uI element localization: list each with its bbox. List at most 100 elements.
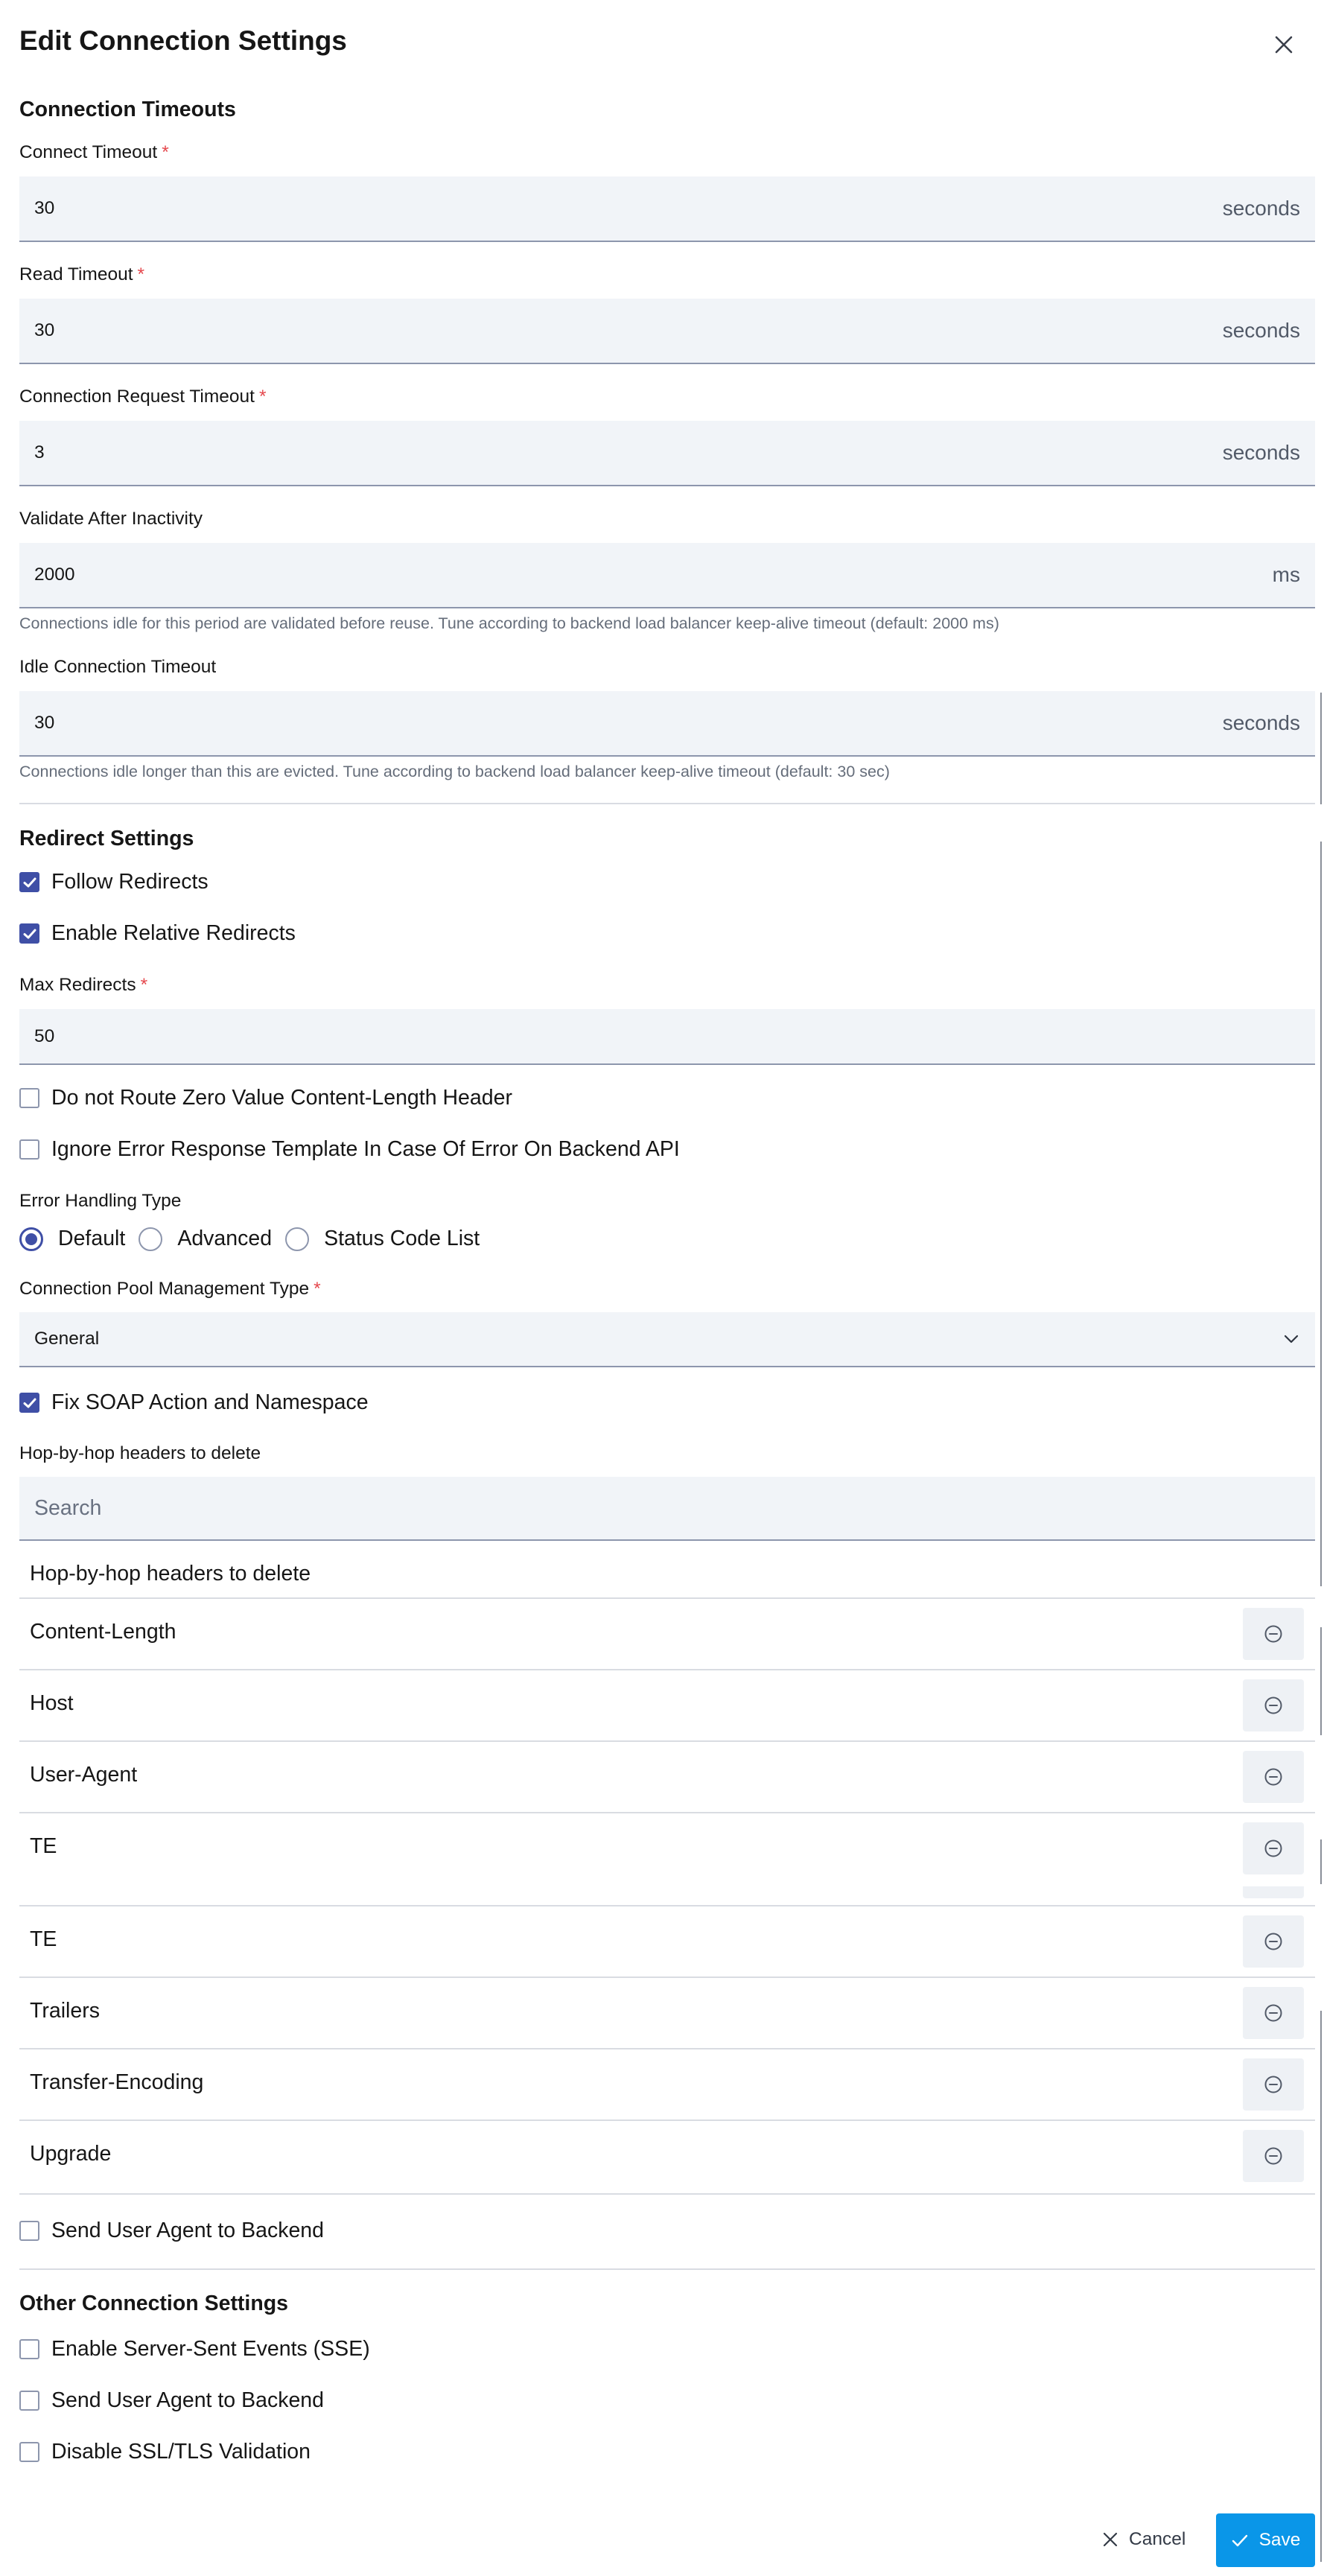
scrollbar-track xyxy=(1320,2011,1322,2562)
remove-button[interactable] xyxy=(1243,1822,1304,1874)
disable-ssl-checkbox[interactable]: Disable SSL/TLS Validation xyxy=(19,2440,311,2464)
max-redirects-value: 50 xyxy=(34,1025,55,1046)
other-send-user-agent-label: Send User Agent to Backend xyxy=(51,2388,324,2412)
connect-timeout-value: 30 xyxy=(34,198,55,218)
remove-button[interactable] xyxy=(1243,1608,1304,1660)
pool-type-label: Connection Pool Management Type * xyxy=(19,1279,321,1299)
radio-default-label: Default xyxy=(58,1227,126,1250)
zero-content-length-label: Do not Route Zero Value Content-Length H… xyxy=(51,1086,512,1110)
minus-circle-icon xyxy=(1264,1625,1282,1643)
sse-checkbox[interactable]: Enable Server-Sent Events (SSE) xyxy=(19,2337,370,2362)
minus-circle-icon xyxy=(1264,1696,1282,1714)
idle-timeout-label: Idle Connection Timeout xyxy=(19,657,217,677)
list-item: Trailers xyxy=(19,1976,1315,2048)
request-timeout-input[interactable]: 3 seconds xyxy=(19,421,1315,486)
checkbox-checked-icon xyxy=(19,1393,39,1413)
zero-content-length-checkbox[interactable]: Do not Route Zero Value Content-Length H… xyxy=(19,1086,512,1110)
unit-suffix: seconds xyxy=(1222,441,1300,464)
idle-timeout-value: 30 xyxy=(34,713,55,733)
radio-advanced-label: Advanced xyxy=(177,1227,273,1250)
cancel-button[interactable]: Cancel xyxy=(1086,2513,1202,2566)
hop-headers-search-input[interactable]: Search xyxy=(19,1477,1315,1541)
fix-soap-label: Fix SOAP Action and Namespace xyxy=(51,1390,369,1414)
cancel-label: Cancel xyxy=(1129,2529,1186,2549)
minus-circle-icon xyxy=(1264,1933,1282,1950)
radio-unselected-icon xyxy=(285,1227,310,1251)
sse-label: Enable Server-Sent Events (SSE) xyxy=(51,2337,370,2361)
connect-timeout-label: Connect Timeout * xyxy=(19,142,169,162)
radio-default[interactable]: Default xyxy=(19,1227,125,1251)
header-name: Transfer-Encoding xyxy=(30,2070,204,2094)
remove-button[interactable] xyxy=(1243,1987,1304,2039)
scrollbar-track xyxy=(1320,1839,1322,1884)
radio-selected-icon xyxy=(19,1227,43,1251)
list-item: Transfer-Encoding xyxy=(19,2048,1315,2119)
close-icon xyxy=(1275,36,1293,54)
header-name: TE xyxy=(30,1834,57,1858)
remove-button[interactable] xyxy=(1243,1679,1304,1731)
section-divider xyxy=(19,2268,1315,2270)
other-send-user-agent-checkbox[interactable]: Send User Agent to Backend xyxy=(19,2388,324,2413)
request-timeout-label: Connection Request Timeout * xyxy=(19,387,267,407)
remove-button[interactable] xyxy=(1243,1915,1304,1968)
fix-soap-checkbox[interactable]: Fix SOAP Action and Namespace xyxy=(19,1390,369,1415)
minus-circle-icon xyxy=(1264,1839,1282,1857)
validate-inactivity-helper: Connections idle for this period are val… xyxy=(19,614,999,632)
hop-headers-list-title: Hop-by-hop headers to delete xyxy=(30,1562,311,1586)
read-timeout-value: 30 xyxy=(34,320,55,340)
radio-status-code-list-label: Status Code List xyxy=(324,1227,480,1250)
minus-circle-icon xyxy=(1264,2147,1282,2165)
section-title-redirects: Redirect Settings xyxy=(19,827,194,850)
required-marker: * xyxy=(314,1279,321,1299)
connect-timeout-input[interactable]: 30 seconds xyxy=(19,176,1315,242)
scrollbar-track xyxy=(1320,1627,1322,1735)
ignore-error-template-checkbox[interactable]: Ignore Error Response Template In Case O… xyxy=(19,1137,680,1162)
search-placeholder: Search xyxy=(34,1495,102,1520)
pool-type-select[interactable]: General xyxy=(19,1312,1315,1367)
close-icon xyxy=(1102,2531,1118,2548)
send-user-agent-checkbox[interactable]: Send User Agent to Backend xyxy=(19,2219,324,2243)
read-timeout-input[interactable]: 30 seconds xyxy=(19,299,1315,364)
checkbox-checked-icon xyxy=(19,872,39,892)
pool-type-value: General xyxy=(34,1329,100,1349)
close-button[interactable] xyxy=(1266,27,1302,63)
section-title-other: Other Connection Settings xyxy=(19,2292,289,2315)
request-timeout-value: 3 xyxy=(34,442,45,462)
relative-redirects-checkbox[interactable]: Enable Relative Redirects xyxy=(19,921,296,946)
radio-status-code-list[interactable]: Status Code List xyxy=(285,1227,480,1251)
hop-headers-label: Hop-by-hop headers to delete xyxy=(19,1443,261,1463)
checkbox-checked-icon xyxy=(19,923,39,944)
ignore-error-template-label: Ignore Error Response Template In Case O… xyxy=(51,1137,680,1161)
section-divider xyxy=(19,803,1315,804)
scrollbar-track xyxy=(1320,693,1322,804)
required-marker: * xyxy=(258,387,267,407)
read-timeout-label: Read Timeout * xyxy=(19,264,145,284)
list-item: User-Agent xyxy=(19,1740,1315,1812)
required-marker: * xyxy=(140,975,148,995)
radio-advanced[interactable]: Advanced xyxy=(139,1227,272,1251)
list-item: TE xyxy=(19,1812,1315,1883)
idle-timeout-helper: Connections idle longer than this are ev… xyxy=(19,763,890,780)
max-redirects-input[interactable]: 50 xyxy=(19,1009,1315,1065)
section-title-timeouts: Connection Timeouts xyxy=(19,98,236,121)
checkbox-unchecked-icon xyxy=(19,1088,39,1108)
required-marker: * xyxy=(162,142,169,162)
relative-redirects-label: Enable Relative Redirects xyxy=(51,921,296,945)
header-name: Content-Length xyxy=(30,1620,176,1644)
remove-button[interactable] xyxy=(1243,2058,1304,2111)
send-user-agent-label: Send User Agent to Backend xyxy=(51,2219,324,2242)
header-name: TE xyxy=(30,1927,57,1951)
minus-circle-icon xyxy=(1264,2004,1282,2022)
idle-timeout-input[interactable]: 30 seconds xyxy=(19,691,1315,757)
unit-suffix: ms xyxy=(1272,563,1300,586)
save-button[interactable]: Save xyxy=(1216,2513,1315,2567)
list-item: Upgrade xyxy=(19,2119,1315,2191)
header-name: User-Agent xyxy=(30,1763,138,1787)
follow-redirects-checkbox[interactable]: Follow Redirects xyxy=(19,870,209,894)
list-item: Content-Length xyxy=(19,1597,1315,1669)
checkbox-unchecked-icon xyxy=(19,1139,39,1160)
remove-button[interactable] xyxy=(1243,1751,1304,1803)
validate-inactivity-input[interactable]: 2000 ms xyxy=(19,543,1315,608)
unit-suffix: seconds xyxy=(1222,319,1300,342)
remove-button[interactable] xyxy=(1243,2130,1304,2182)
